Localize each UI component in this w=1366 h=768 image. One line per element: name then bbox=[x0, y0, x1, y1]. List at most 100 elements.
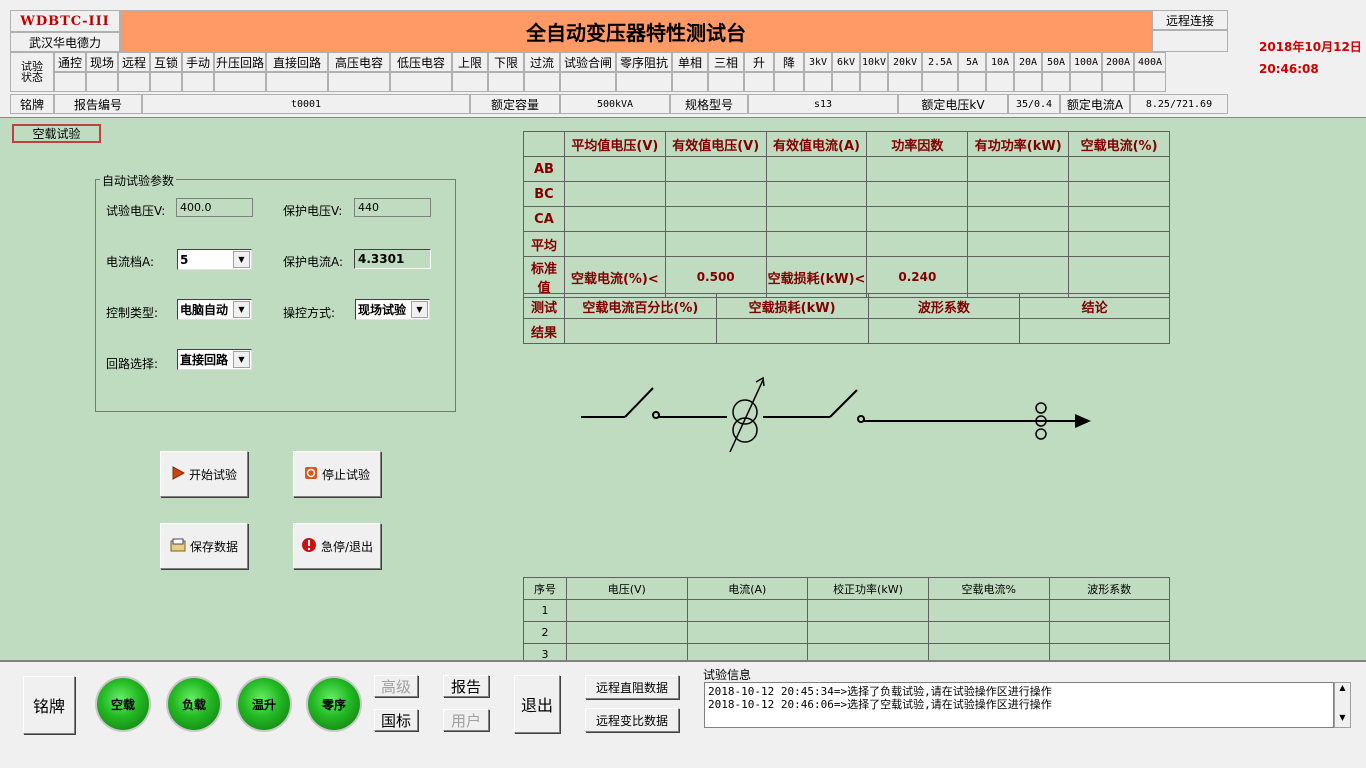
status-indicator bbox=[560, 72, 616, 92]
emergency-stop-label: 急停/退出 bbox=[320, 539, 374, 554]
std-loss-label: 空载损耗(kW)< bbox=[765, 256, 868, 298]
table-row: CA bbox=[523, 206, 1170, 232]
noload-test-button[interactable]: 空载 bbox=[97, 678, 149, 730]
test-log[interactable]: 2018-10-12 20:45:34=>选择了负载试验,请在试验操作区进行操作… bbox=[704, 682, 1334, 728]
operate-mode-select[interactable]: 现场试验 ▼ bbox=[355, 299, 430, 320]
status-label: 单相 bbox=[672, 52, 708, 72]
save-data-button[interactable]: 保存数据 bbox=[160, 523, 248, 569]
col-header: 功率因数 bbox=[866, 131, 969, 157]
date-label: 2018年10月12日 bbox=[1259, 40, 1362, 54]
status-label: 远程 bbox=[118, 52, 150, 72]
status-indicator bbox=[54, 72, 86, 92]
table-row: AB bbox=[523, 156, 1170, 182]
emergency-icon bbox=[301, 537, 317, 556]
control-type-select[interactable]: 电脑自动 ▼ bbox=[177, 299, 252, 320]
table-row: 平均 bbox=[523, 231, 1170, 257]
corner-cell bbox=[523, 131, 565, 157]
remote-dc-resistance-button[interactable]: 远程直阻数据 bbox=[585, 675, 679, 699]
status-indicator bbox=[86, 72, 118, 92]
test-voltage-input[interactable]: 400.0 bbox=[176, 198, 253, 217]
user-button[interactable]: 用户 bbox=[443, 709, 489, 731]
rated-current-label: 额定电流A bbox=[1060, 94, 1130, 114]
col-header: 空载损耗(kW) bbox=[715, 293, 869, 319]
company-label: 武汉华电德力 bbox=[10, 32, 120, 52]
status-indicator bbox=[986, 72, 1014, 92]
tab-noload-test[interactable]: 空载试验 bbox=[12, 124, 101, 143]
remote-ratio-button[interactable]: 远程变比数据 bbox=[585, 708, 679, 732]
chevron-down-icon[interactable]: ▼ bbox=[411, 301, 428, 318]
status-label: 400A bbox=[1134, 52, 1166, 72]
status-indicator bbox=[150, 72, 182, 92]
circuit-select[interactable]: 直接回路 ▼ bbox=[177, 349, 252, 370]
col-header: 电流(A) bbox=[686, 577, 809, 600]
chevron-down-icon[interactable]: ▼ bbox=[233, 351, 250, 368]
load-test-button[interactable]: 负载 bbox=[168, 678, 220, 730]
status-label: 升压回路 bbox=[214, 52, 266, 72]
status-indicator bbox=[266, 72, 328, 92]
col-header: 结论 bbox=[1019, 293, 1170, 319]
std-label: 标准值 bbox=[523, 256, 565, 298]
status-indicator bbox=[922, 72, 958, 92]
status-label: 10kV bbox=[860, 52, 888, 72]
circuit-label: 回路选择: bbox=[106, 357, 159, 371]
temp-rise-button[interactable]: 温升 bbox=[238, 678, 290, 730]
status-indicator bbox=[804, 72, 832, 92]
current-range-label: 电流档A: bbox=[106, 255, 155, 269]
status-indicator bbox=[708, 72, 744, 92]
status-indicator bbox=[958, 72, 986, 92]
col-header: 电压(V) bbox=[566, 577, 688, 600]
circuit-value: 直接回路 bbox=[180, 353, 229, 367]
status-label: 通控 bbox=[54, 52, 86, 72]
zero-seq-button[interactable]: 零序 bbox=[308, 678, 360, 730]
status-label: 50A bbox=[1042, 52, 1070, 72]
status-indicator bbox=[524, 72, 560, 92]
exit-button[interactable]: 退出 bbox=[514, 675, 560, 733]
capacity-value: 500kVA bbox=[560, 94, 670, 114]
emergency-stop-button[interactable]: 急停/退出 bbox=[293, 523, 381, 569]
protect-voltage-label: 保护电压V: bbox=[283, 204, 343, 218]
chevron-down-icon[interactable]: ▼ bbox=[233, 301, 250, 318]
status-indicator bbox=[214, 72, 266, 92]
app-title: 全自动变压器特性测试台 bbox=[120, 10, 1152, 52]
save-data-label: 保存数据 bbox=[189, 539, 238, 554]
sequence-table: 序号 电压(V) 电流(A) 校正功率(kW) 空载电流% 波形系数 1 2 3 bbox=[523, 577, 1171, 666]
row-index: 2 bbox=[523, 621, 567, 644]
national-std-button[interactable]: 国标 bbox=[374, 709, 418, 731]
status-label: 6kV bbox=[832, 52, 860, 72]
nameplate-button[interactable]: 铭牌 bbox=[23, 676, 75, 734]
status-indicator bbox=[774, 72, 804, 92]
status-label: 现场 bbox=[86, 52, 118, 72]
log-title: 试验信息 bbox=[703, 668, 752, 682]
status-indicator bbox=[860, 72, 888, 92]
chevron-down-icon[interactable]: ▼ bbox=[233, 251, 250, 268]
stop-test-button[interactable]: 停止试验 bbox=[293, 451, 381, 497]
row-label: CA bbox=[523, 206, 565, 232]
status-label: 10A bbox=[986, 52, 1014, 72]
current-range-value: 5 bbox=[180, 252, 189, 267]
start-test-label: 开始试验 bbox=[188, 467, 237, 482]
status-label: 下限 bbox=[488, 52, 524, 72]
capacity-label: 额定容量 bbox=[470, 94, 560, 114]
status-indicator bbox=[832, 72, 860, 92]
report-button[interactable]: 报告 bbox=[443, 675, 489, 697]
col-header: 有功功率(kW) bbox=[967, 131, 1070, 157]
scroll-up-icon[interactable]: ▲ bbox=[1335, 683, 1350, 697]
col-header: 空载电流(%) bbox=[1068, 131, 1170, 157]
test-result-table: 测试 空载电流百分比(%) 空载损耗(kW) 波形系数 结论 结果 bbox=[523, 293, 1170, 344]
protect-current-input[interactable]: 4.3301 bbox=[354, 249, 431, 269]
protect-voltage-input[interactable]: 440 bbox=[354, 198, 431, 217]
status-label: 3kV bbox=[804, 52, 832, 72]
stop-test-label: 停止试验 bbox=[321, 467, 370, 482]
current-range-select[interactable]: 5 ▼ bbox=[177, 249, 252, 270]
table-row: 2 bbox=[523, 621, 1171, 644]
status-indicator bbox=[328, 72, 390, 92]
col-header: 平均值电压(V) bbox=[563, 131, 666, 157]
start-test-button[interactable]: 开始试验 bbox=[160, 451, 248, 497]
stop-icon bbox=[304, 466, 318, 483]
nameplate-row-label: 铭牌 bbox=[10, 94, 54, 114]
log-scrollbar[interactable]: ▲ ▼ bbox=[1334, 682, 1351, 728]
remote-connect-button[interactable]: 远程连接 bbox=[1152, 10, 1228, 30]
advanced-button[interactable]: 高级 bbox=[374, 675, 418, 697]
operate-mode-label: 操控方式: bbox=[283, 306, 336, 320]
scroll-down-icon[interactable]: ▼ bbox=[1335, 713, 1350, 727]
